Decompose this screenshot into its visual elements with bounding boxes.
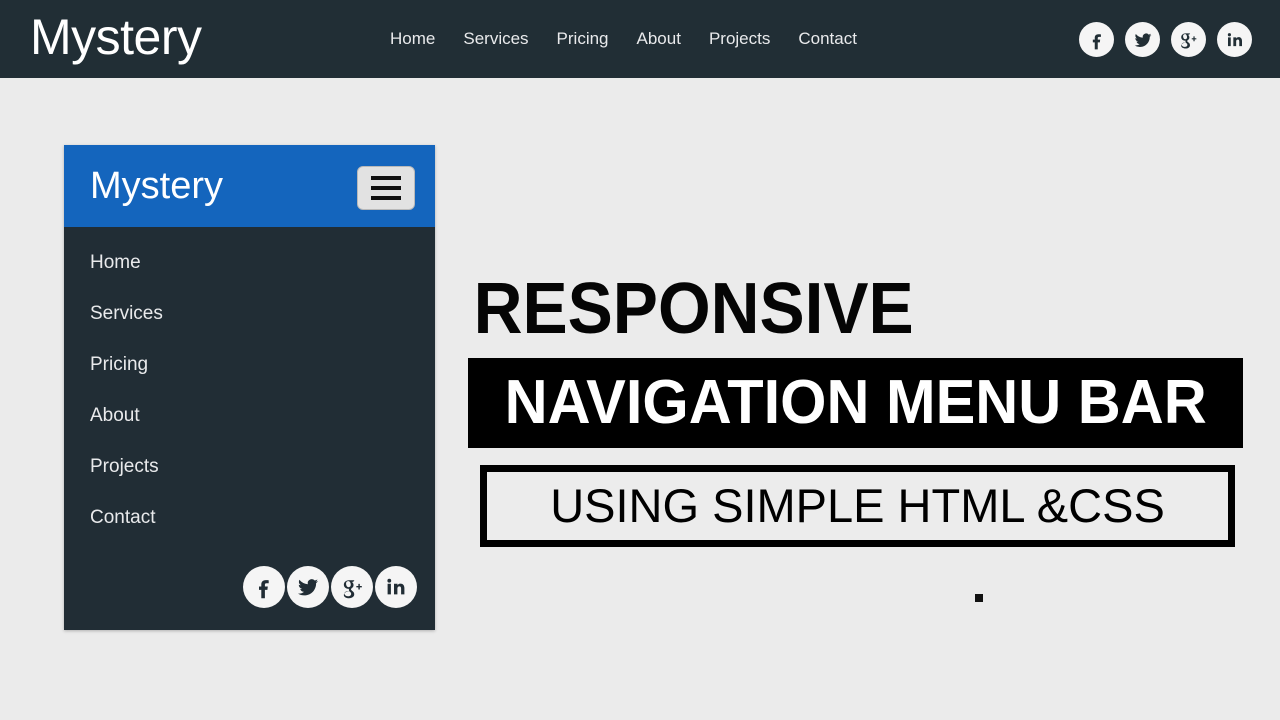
sidebar-menu-list: Home Services Pricing About Projects Con… [64, 227, 435, 530]
hero-heading-primary: RESPONSIVE [473, 269, 914, 349]
linkedin-icon[interactable] [375, 566, 417, 608]
top-nav-item-about[interactable]: About [637, 27, 681, 51]
top-navigation-bar: Mystery Home Services Pricing About Proj… [0, 0, 1280, 78]
sidebar-item-contact[interactable]: Contact [64, 506, 435, 530]
hero-heading-banner: NAVIGATION MENU BAR [468, 358, 1243, 448]
sidebar-item-home[interactable]: Home [64, 251, 435, 275]
sidebar-navigation: Mystery Home Services Pricing About Proj… [64, 145, 435, 630]
hamburger-bar [371, 176, 401, 180]
top-nav-item-home[interactable]: Home [390, 27, 435, 51]
google-plus-icon[interactable] [331, 566, 373, 608]
top-nav-item-projects[interactable]: Projects [709, 27, 770, 51]
hero-heading-outlined: USING SIMPLE HTML &CSS [480, 465, 1235, 547]
hero-heading-banner-text: NAVIGATION MENU BAR [504, 368, 1207, 437]
sidebar-item-projects[interactable]: Projects [64, 455, 435, 479]
hamburger-bar [371, 186, 401, 190]
top-nav-item-contact[interactable]: Contact [798, 27, 857, 51]
hero-dot-marker [975, 594, 983, 602]
sidebar-item-pricing[interactable]: Pricing [64, 353, 435, 377]
hero-title-block: RESPONSIVE NAVIGATION MENU BAR USING SIM… [468, 268, 1258, 547]
top-nav-item-pricing[interactable]: Pricing [557, 27, 609, 51]
hamburger-bar [371, 196, 401, 200]
sidebar-header: Mystery [64, 145, 435, 227]
sidebar-title: Mystery [90, 165, 223, 207]
site-logo[interactable]: Mystery [30, 8, 202, 66]
twitter-icon[interactable] [287, 566, 329, 608]
sidebar-item-services[interactable]: Services [64, 302, 435, 326]
twitter-icon[interactable] [1125, 22, 1160, 57]
facebook-icon[interactable] [243, 566, 285, 608]
top-nav-links: Home Services Pricing About Projects Con… [390, 27, 857, 51]
facebook-icon[interactable] [1079, 22, 1114, 57]
google-plus-icon[interactable] [1171, 22, 1206, 57]
top-social-links [1079, 22, 1252, 57]
linkedin-icon[interactable] [1217, 22, 1252, 57]
sidebar-social-links [243, 566, 417, 608]
sidebar-item-about[interactable]: About [64, 404, 435, 428]
top-nav-item-services[interactable]: Services [463, 27, 528, 51]
hamburger-menu-icon[interactable] [357, 166, 415, 210]
